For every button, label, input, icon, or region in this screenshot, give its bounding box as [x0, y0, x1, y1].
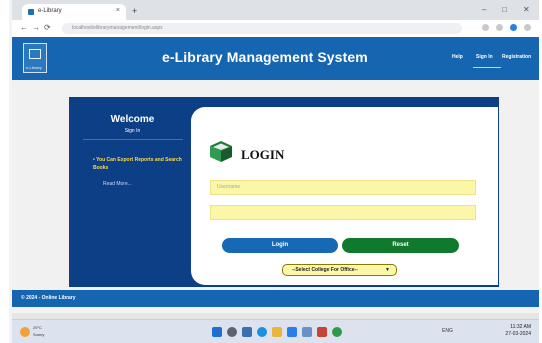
minimize-button[interactable]: –: [482, 5, 486, 14]
chevron-down-icon: ▼: [385, 267, 390, 273]
address-bar-row: ← → ⟳ localhost/elibrarymanagement/login…: [12, 20, 539, 38]
reload-icon[interactable]: ⟳: [44, 23, 51, 32]
login-heading: LOGIN: [241, 147, 285, 162]
bookmark-icon[interactable]: [496, 24, 503, 31]
logo-text: e-Library: [26, 65, 42, 70]
site-logo[interactable]: e-Library: [23, 43, 47, 73]
login-card: LOGIN Username Login Reset --Select Coll…: [191, 107, 498, 285]
clock-time: 11:32 AM: [510, 324, 531, 330]
close-window-button[interactable]: ✕: [523, 5, 530, 14]
nav-sign-in[interactable]: Sign In: [476, 54, 493, 60]
read-more-link[interactable]: Read More...: [103, 181, 132, 187]
chrome-icon[interactable]: [332, 327, 342, 337]
store-icon[interactable]: [287, 327, 297, 337]
footer-text: © 2024 - Online Library: [21, 295, 76, 301]
app-icon[interactable]: [317, 327, 327, 337]
nav-active-indicator: [473, 67, 501, 68]
back-arrow-icon[interactable]: ←: [20, 23, 28, 32]
welcome-column: Welcome Sign In • You Can Export Reports…: [69, 97, 196, 287]
nav-registration[interactable]: Registration: [502, 54, 531, 60]
browser-window: e-Library × + – □ ✕ ← → ⟳ localhost/elib…: [9, 0, 539, 343]
browser-tab[interactable]: e-Library ×: [22, 4, 126, 20]
username-input[interactable]: Username: [210, 180, 476, 195]
reset-button[interactable]: Reset: [342, 238, 459, 253]
tab-strip: e-Library × + – □ ✕: [12, 0, 539, 20]
favicon-icon: [28, 9, 34, 15]
tray-language[interactable]: ENG: [442, 328, 453, 334]
url-input[interactable]: localhost/elibrarymanagement/login.aspx: [62, 23, 462, 34]
tab-close-icon[interactable]: ×: [116, 7, 120, 14]
task-view-icon[interactable]: [242, 327, 252, 337]
search-icon[interactable]: [227, 327, 237, 337]
edge-icon[interactable]: [257, 327, 267, 337]
nav-help[interactable]: Help: [452, 54, 463, 60]
file-explorer-icon[interactable]: [272, 327, 282, 337]
college-select-value: --Select College For Office--: [292, 267, 358, 273]
book-login-icon: [210, 141, 232, 162]
forward-arrow-icon[interactable]: →: [32, 23, 40, 32]
login-button[interactable]: Login: [222, 238, 338, 253]
windows-taskbar: 29°C Sunny ENG 11:32 AM 27-03-2024: [12, 319, 539, 343]
menu-icon[interactable]: [524, 24, 531, 31]
site-header: e-Library e-Library Management System He…: [12, 37, 539, 80]
feature-text: You Can Export Reports and Search Books: [93, 157, 182, 171]
clock-date: 27-03-2024: [505, 331, 531, 337]
maximize-button[interactable]: □: [502, 5, 507, 14]
feature-bullet: • You Can Export Reports and Search Book…: [93, 156, 183, 172]
profile-icon[interactable]: [510, 24, 517, 31]
weather-temp: 29°C: [33, 325, 42, 330]
weather-icon[interactable]: [20, 327, 30, 337]
welcome-heading: Welcome: [110, 114, 155, 125]
settings-icon[interactable]: [302, 327, 312, 337]
book-logo-icon: [29, 49, 41, 59]
site-footer: © 2024 - Online Library: [12, 290, 539, 307]
weather-desc: Sunny: [33, 332, 45, 337]
site-title: e-Library Management System: [162, 49, 368, 65]
system-clock[interactable]: 11:32 AM 27-03-2024: [505, 324, 531, 338]
new-tab-button[interactable]: +: [132, 6, 137, 16]
welcome-subtitle: Sign In: [124, 128, 141, 134]
extension-icon[interactable]: [482, 24, 489, 31]
password-input[interactable]: [210, 205, 476, 220]
college-select[interactable]: --Select College For Office-- ▼: [282, 264, 397, 276]
welcome-divider: [83, 139, 183, 140]
tab-title: e-Library: [38, 8, 62, 14]
start-icon[interactable]: [212, 327, 222, 337]
